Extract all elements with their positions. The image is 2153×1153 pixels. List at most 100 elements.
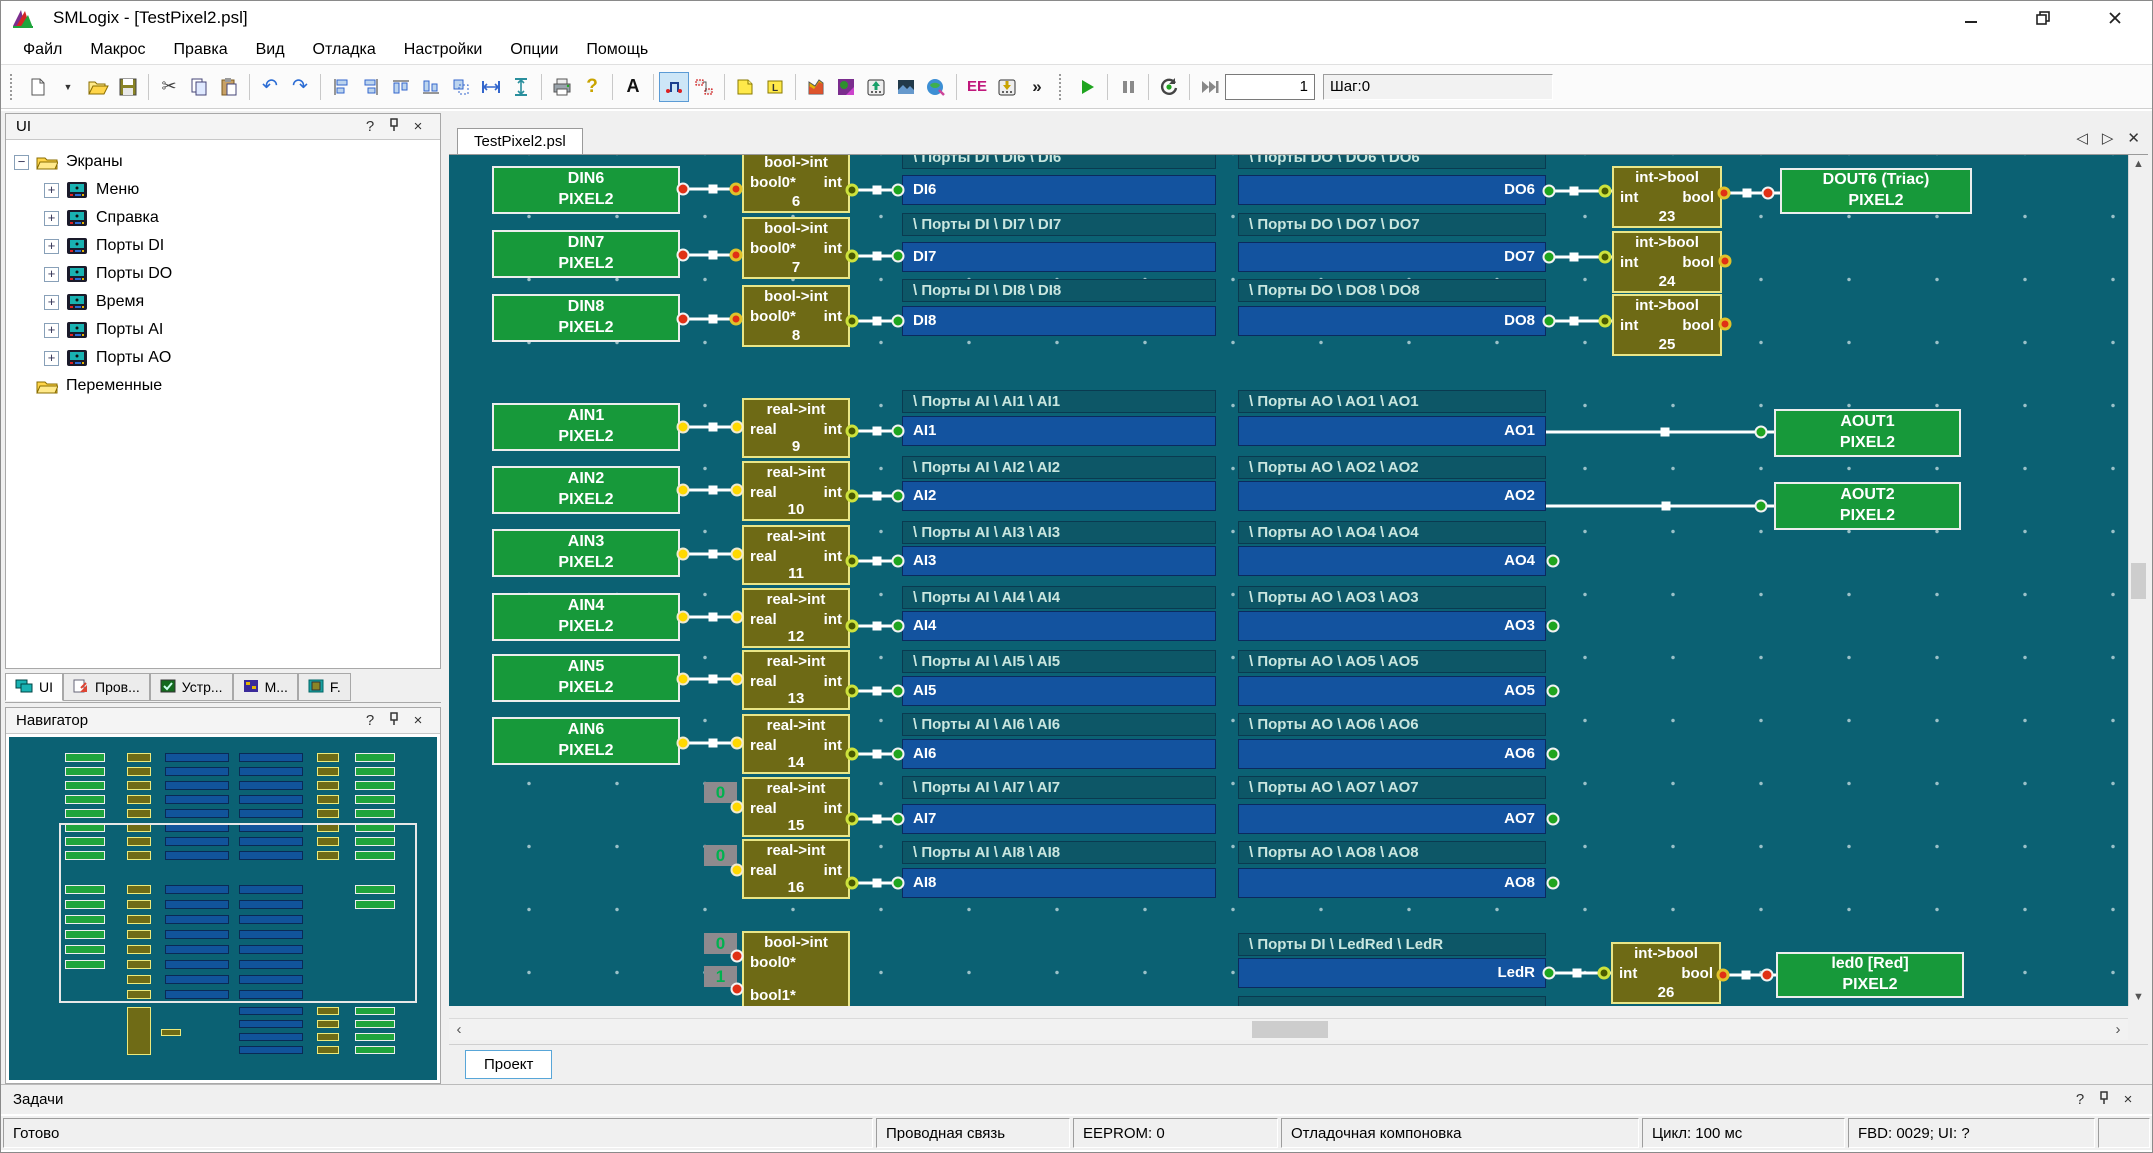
- port-value-box[interactable]: AO5: [1238, 676, 1546, 706]
- tree-expander-icon[interactable]: +: [44, 183, 59, 198]
- align-left-button[interactable]: [326, 72, 356, 102]
- document-tab-active[interactable]: TestPixel2.psl: [457, 128, 583, 154]
- text-tool-button[interactable]: A: [618, 72, 648, 102]
- screen-block[interactable]: DOUT6 (Triac)PIXEL2: [1780, 168, 1972, 214]
- tree-expander-icon[interactable]: +: [44, 211, 59, 226]
- port-header[interactable]: \ Порты AI \ AI7 \ AI7: [902, 776, 1216, 799]
- play-button[interactable]: [1072, 72, 1102, 102]
- converter-block[interactable]: bool->intbool0*int6: [742, 155, 850, 213]
- align-right-button[interactable]: [356, 72, 386, 102]
- menu-item-5[interactable]: Отладка: [299, 39, 390, 61]
- converter-block[interactable]: real->intrealint13: [742, 650, 850, 710]
- tree-item-меню[interactable]: +Меню: [8, 176, 438, 204]
- port-value-box[interactable]: AI1: [902, 416, 1216, 446]
- port-header[interactable]: \ Порты AO \ AO7 \ AO7: [1238, 776, 1546, 799]
- port-header[interactable]: \ Порты AI \ AI1 \ AI1: [902, 390, 1216, 413]
- converter-block[interactable]: real->intrealint10: [742, 461, 850, 521]
- screen-block[interactable]: DIN6PIXEL2: [492, 166, 680, 214]
- tree-item-порты-di[interactable]: +Порты DI: [8, 232, 438, 260]
- port-header[interactable]: \ Порты AO \ AO4 \ AO4: [1238, 521, 1546, 544]
- port-value-box[interactable]: AO1: [1238, 416, 1546, 446]
- toolbar-overflow-button[interactable]: »: [1022, 72, 1052, 102]
- restart-button[interactable]: [1154, 72, 1184, 102]
- tree-item-переменные[interactable]: Переменные: [8, 372, 438, 400]
- port-value-box[interactable]: AI7: [902, 804, 1216, 834]
- web-tool-button[interactable]: [921, 72, 951, 102]
- screen-block[interactable]: AIN6PIXEL2: [492, 717, 680, 765]
- redo-button[interactable]: ↷: [285, 72, 315, 102]
- minimap-viewport[interactable]: [59, 823, 417, 1003]
- port-header[interactable]: \ Порты DI \ DI7 \ DI7: [902, 213, 1216, 236]
- new-button[interactable]: [23, 72, 53, 102]
- port-header[interactable]: \ Порты AI \ AI3 \ AI3: [902, 521, 1216, 544]
- scroll-left-icon[interactable]: ‹: [449, 1019, 469, 1040]
- converter-block[interactable]: real->intrealint9: [742, 398, 850, 458]
- panel-tab-устр[interactable]: Устр...: [150, 673, 233, 701]
- navigator-close-button[interactable]: ×: [406, 712, 430, 729]
- port-header[interactable]: \ Порты AI \ AI8 \ AI8: [902, 841, 1216, 864]
- horizontal-scroll-thumb[interactable]: [1252, 1021, 1328, 1038]
- save-button[interactable]: [113, 72, 143, 102]
- converter-block[interactable]: int->boolintbool26: [1611, 942, 1721, 1004]
- converter-block[interactable]: int->boolintbool23: [1612, 166, 1722, 228]
- step-count-input[interactable]: [1225, 74, 1315, 100]
- converter-block[interactable]: real->intrealint12: [742, 588, 850, 648]
- converter-block[interactable]: int->boolintbool24: [1612, 231, 1722, 293]
- fbd-canvas[interactable]: \ Порты DI \ DI6 \ DI6\ Порты DI \ DI7 \…: [449, 155, 2128, 1006]
- horizontal-scrollbar[interactable]: ‹ ›: [449, 1018, 2128, 1040]
- new-dropdown[interactable]: ▼: [53, 72, 83, 102]
- print-button[interactable]: [547, 72, 577, 102]
- screen-block[interactable]: AIN3PIXEL2: [492, 529, 680, 577]
- port-value-box[interactable]: AI2: [902, 481, 1216, 511]
- screen-block[interactable]: AIN1PIXEL2: [492, 403, 680, 451]
- port-value-box[interactable]: DI8: [902, 306, 1216, 336]
- paste-button[interactable]: [214, 72, 244, 102]
- constant-value[interactable]: 0: [704, 845, 737, 866]
- scroll-up-icon[interactable]: ▲: [2129, 155, 2148, 173]
- project-tab[interactable]: Проект: [465, 1050, 552, 1079]
- port-value-box[interactable]: DO7: [1238, 242, 1546, 272]
- converter-block[interactable]: real->intrealint14: [742, 714, 850, 774]
- help-button[interactable]: ?: [577, 72, 607, 102]
- constant-value[interactable]: 0: [704, 782, 737, 803]
- scroll-right-icon[interactable]: ›: [2108, 1019, 2128, 1040]
- minimize-button[interactable]: [1958, 8, 1984, 28]
- port-value-box[interactable]: DI7: [902, 242, 1216, 272]
- panel-tab-m[interactable]: M...: [233, 673, 298, 701]
- tree-item-порты-do[interactable]: +Порты DO: [8, 260, 438, 288]
- port-header[interactable]: \ Порты AO \ AO3 \ AO3: [1238, 586, 1546, 609]
- converter-block[interactable]: int->boolintbool25: [1612, 294, 1722, 356]
- tasks-help-button[interactable]: ?: [2068, 1091, 2092, 1108]
- tree-expander-icon[interactable]: +: [44, 295, 59, 310]
- port-value-box[interactable]: LedR: [1238, 958, 1546, 988]
- port-header[interactable]: \ Порты AO \ AO6 \ AO6: [1238, 713, 1546, 736]
- converter-block[interactable]: real->intrealint11: [742, 525, 850, 585]
- step-to-end-button[interactable]: [1195, 72, 1225, 102]
- ui-panel-close-button[interactable]: ×: [406, 118, 430, 135]
- screen-block[interactable]: DIN8PIXEL2: [492, 294, 680, 342]
- navigator-pin-button[interactable]: [382, 712, 406, 730]
- port-header[interactable]: \ Порты AI \ AI5 \ AI5: [902, 650, 1216, 673]
- port-value-box[interactable]: AI8: [902, 868, 1216, 898]
- same-height-button[interactable]: [506, 72, 536, 102]
- port-value-box[interactable]: AI6: [902, 739, 1216, 769]
- label-button[interactable]: L: [760, 72, 790, 102]
- screen-block[interactable]: led0 [Red]PIXEL2: [1776, 952, 1964, 998]
- note-button[interactable]: [730, 72, 760, 102]
- tasks-pin-button[interactable]: [2092, 1091, 2116, 1109]
- menu-item-3[interactable]: Правка: [160, 39, 242, 61]
- converter-block[interactable]: bool->intbool0*int8: [742, 285, 850, 347]
- converter-block[interactable]: bool->intbool0*int7: [742, 217, 850, 279]
- port-value-box[interactable]: DO8: [1238, 306, 1546, 336]
- port-header[interactable]: \ Порты DI \ LedRed \ LedR: [1238, 933, 1546, 956]
- screen-block[interactable]: AOUT1PIXEL2: [1774, 409, 1961, 457]
- port-value-box[interactable]: DO6: [1238, 175, 1546, 205]
- io-blocks-button[interactable]: [689, 72, 719, 102]
- tree-expander-icon[interactable]: +: [44, 239, 59, 254]
- converter-block[interactable]: bool->intbool0*bool1*: [742, 931, 850, 1006]
- toolbar-grip[interactable]: [1059, 74, 1065, 100]
- screen-block[interactable]: AIN2PIXEL2: [492, 466, 680, 514]
- screen-block[interactable]: AOUT2PIXEL2: [1774, 482, 1961, 530]
- port-header[interactable]: \ Порты AO \ AO1 \ AO1: [1238, 390, 1546, 413]
- same-size-button[interactable]: [446, 72, 476, 102]
